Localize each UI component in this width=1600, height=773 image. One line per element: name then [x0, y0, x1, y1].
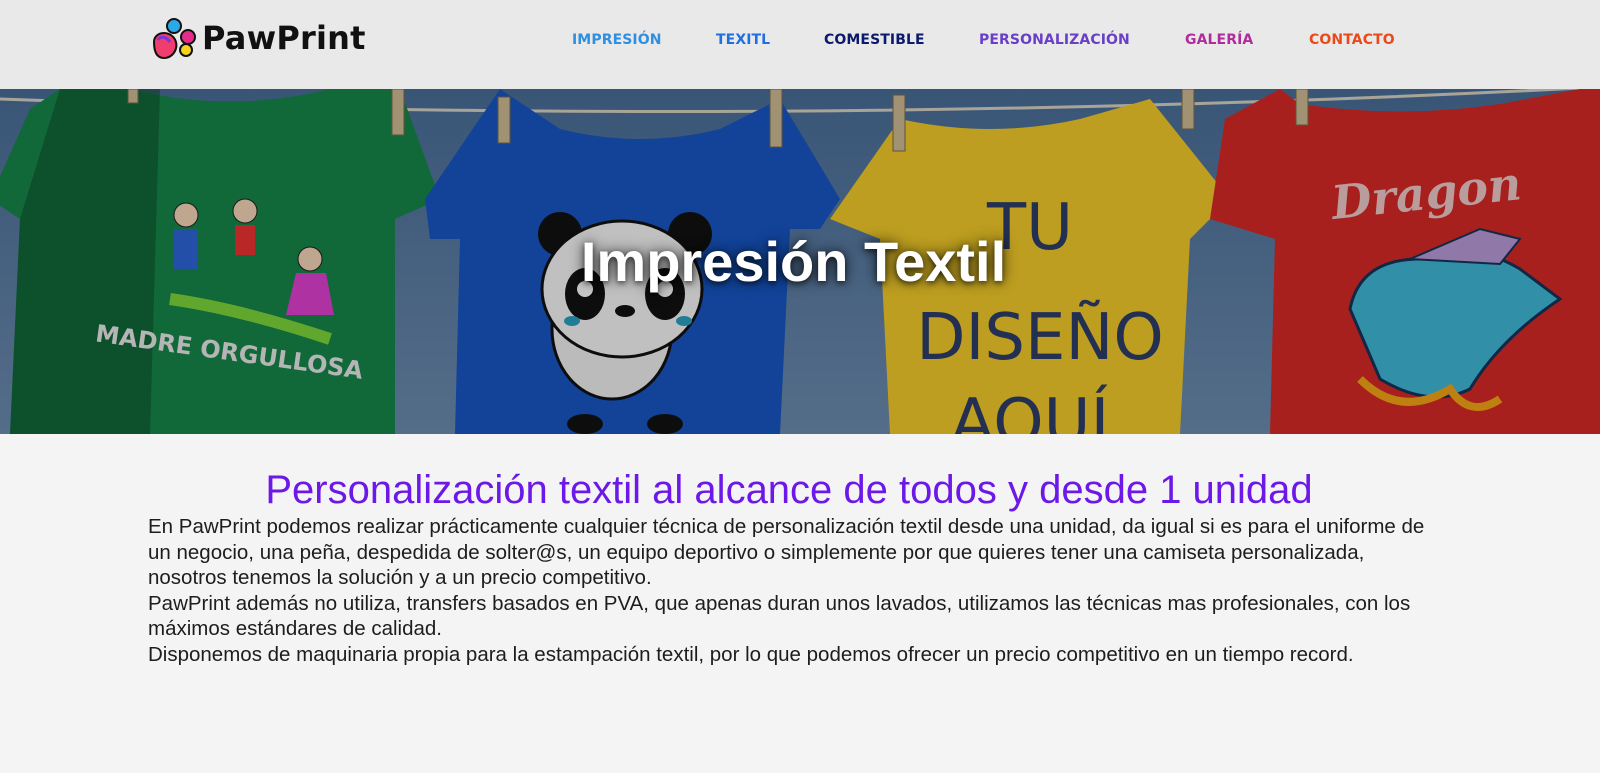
main-nav: IMPRESIÓN TEXITL COMESTIBLE PERSONALIZAC… — [0, 32, 1600, 52]
section-heading: Personalización textil al alcance de tod… — [265, 468, 1313, 512]
paragraph-intro: En PawPrint podemos realizar prácticamen… — [148, 515, 1425, 589]
nav-item-comestible[interactable]: COMESTIBLE — [824, 32, 925, 48]
hero-banner: MADRE ORGULLOSA TU DISEÑO AQUÍ Dragon Im… — [0, 89, 1600, 434]
nav-item-texitl[interactable]: TEXITL — [716, 32, 770, 48]
nav-item-personalizacion[interactable]: PERSONALIZACIÓN — [979, 32, 1130, 48]
nav-item-impresion[interactable]: IMPRESIÓN — [572, 32, 662, 48]
site-header: PawPrint IMPRESIÓN TEXITL COMESTIBLE PER… — [0, 0, 1600, 89]
paragraph-quality: PawPrint además no utiliza, transfers ba… — [148, 591, 1411, 641]
nav-item-contacto[interactable]: CONTACTO — [1309, 32, 1395, 48]
main-content: Personalización textil al alcance de tod… — [148, 466, 1438, 667]
nav-item-galeria[interactable]: GALERÍA — [1185, 32, 1253, 48]
paragraph-machinery: Disponemos de maquinaria propia para la … — [148, 642, 1354, 666]
hero-title: Impresión Textil — [580, 230, 1007, 293]
